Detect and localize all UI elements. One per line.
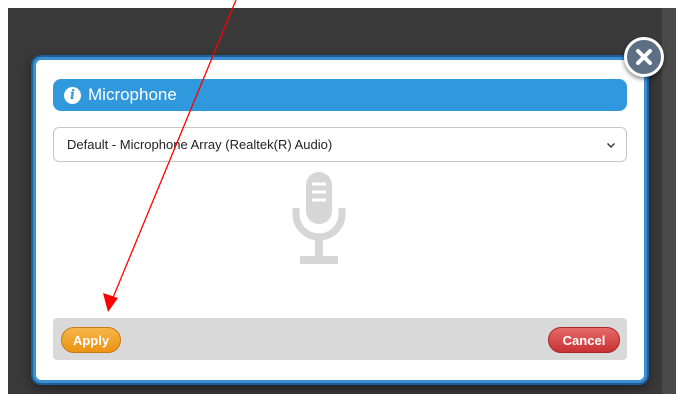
page-scroll-strip <box>662 8 676 394</box>
microphone-select[interactable]: Default - Microphone Array (Realtek(R) A… <box>53 127 627 162</box>
close-dialog-button[interactable] <box>624 37 664 77</box>
microphone-icon <box>292 172 346 264</box>
dialog-footer: Apply Cancel <box>53 318 627 360</box>
microphone-select-value: Default - Microphone Array (Realtek(R) A… <box>67 137 333 152</box>
dialog-title-bar: i Microphone <box>53 79 627 111</box>
apply-button[interactable]: Apply <box>61 327 121 353</box>
chevron-down-icon <box>607 142 615 148</box>
close-icon <box>636 49 652 65</box>
dialog-title: Microphone <box>88 85 177 104</box>
page-top-strip <box>0 0 676 8</box>
info-icon: i <box>64 86 81 104</box>
cancel-button[interactable]: Cancel <box>548 327 620 353</box>
microphone-dialog: i Microphone Default - Microphone Array … <box>33 57 647 383</box>
